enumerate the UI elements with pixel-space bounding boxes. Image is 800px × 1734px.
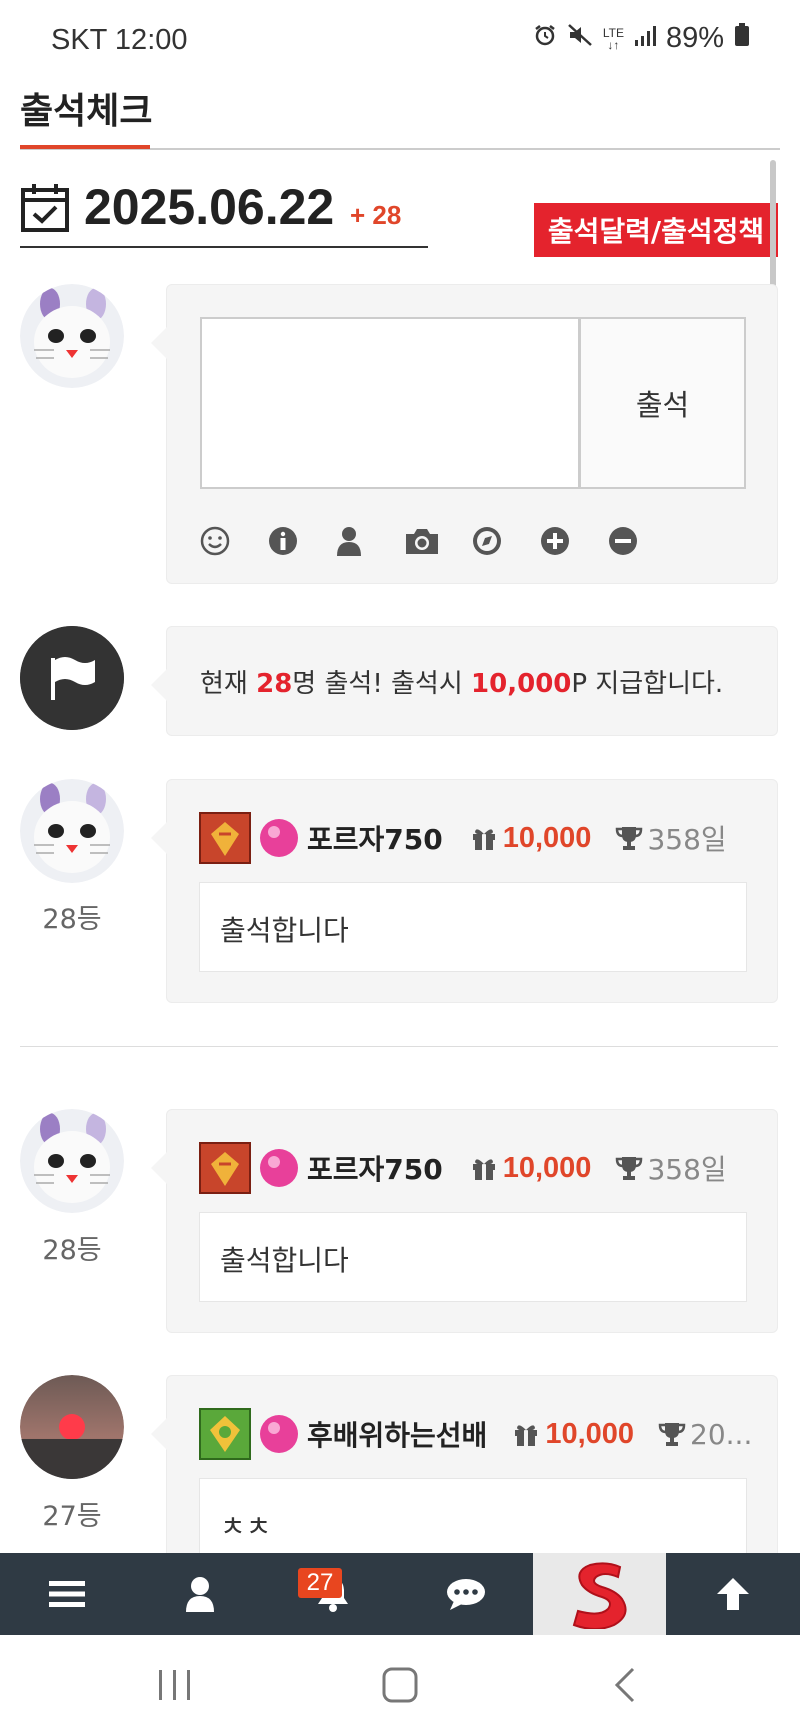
entry-message: ㅊㅊ <box>199 1478 747 1554</box>
points-value: 10,000 <box>502 821 592 854</box>
entry-rank: 28등 <box>42 1235 102 1266</box>
notice-suffix: P 지급합니다. <box>571 669 724 699</box>
battery-icon <box>734 22 750 55</box>
notice-count: 28 <box>256 669 293 699</box>
date-header: 2025.06.22 + 28 <box>20 178 428 248</box>
level-badge-icon <box>199 1142 251 1194</box>
user-icon[interactable] <box>336 521 404 561</box>
home-icon[interactable] <box>340 1635 460 1734</box>
username[interactable]: 포르자750 <box>307 1148 443 1188</box>
entry-header: 포르자750 10,000 358일 <box>199 1142 727 1194</box>
attendance-days: 20... <box>690 1417 753 1451</box>
trophy-icon <box>616 827 643 850</box>
minus-icon[interactable] <box>608 521 676 561</box>
status-icons: LTE ↓↑ 89% <box>533 22 750 55</box>
site-logo[interactable] <box>533 1553 666 1635</box>
username[interactable]: 포르자750 <box>307 818 443 858</box>
user-icon[interactable] <box>133 1553 266 1635</box>
bottom-nav <box>0 1553 800 1635</box>
write-panel: 출석 <box>151 284 778 584</box>
menu-icon[interactable] <box>0 1553 133 1635</box>
entry-panel: 포르자750 10,000 358일 출석합니다 <box>151 779 778 1003</box>
points-value: 10,000 <box>545 1417 635 1450</box>
title-active-underline <box>20 145 150 149</box>
points-value: 10,000 <box>502 1151 592 1184</box>
entry-panel: 후배위하는선배 10,000 20... ㅊㅊ <box>151 1375 778 1554</box>
entry-rank: 28등 <box>42 904 102 935</box>
gem-icon <box>260 819 298 857</box>
level-badge-icon <box>199 1408 251 1460</box>
calendar-check-icon <box>20 182 70 238</box>
section-divider <box>20 1046 778 1047</box>
plus-icon[interactable] <box>540 521 608 561</box>
alarm-icon <box>533 22 557 55</box>
current-date: 2025.06.22 <box>84 179 335 235</box>
carrier-time: SKT 12:00 <box>51 24 188 56</box>
entry-rank: 27등 <box>42 1501 102 1532</box>
recent-apps-icon[interactable] <box>115 1635 235 1734</box>
entry-avatar[interactable] <box>20 779 124 883</box>
notification-badge: 27 <box>298 1568 342 1598</box>
status-bar: SKT 12:00 LTE ↓↑ 89% <box>0 0 800 70</box>
gift-icon <box>472 829 495 850</box>
compass-icon[interactable] <box>472 521 540 561</box>
entry-avatar[interactable] <box>20 1109 124 1213</box>
notice-points: 10,000 <box>471 669 572 699</box>
attendance-days: 358일 <box>647 1153 727 1186</box>
editor-toolbar <box>200 521 676 561</box>
attendance-count: + 28 <box>350 200 402 230</box>
entry-header: 후배위하는선배 10,000 20... <box>199 1408 752 1460</box>
attendance-policy-button[interactable]: 출석달력/출석정책 <box>534 203 778 257</box>
entry-header: 포르자750 10,000 358일 <box>199 812 727 864</box>
notice-avatar <box>20 626 124 730</box>
trophy-icon <box>616 1157 643 1180</box>
entry-message: 출석합니다 <box>199 1212 747 1302</box>
camera-icon[interactable] <box>404 521 472 561</box>
back-icon[interactable] <box>565 1635 685 1734</box>
attendance-days: 358일 <box>647 823 727 856</box>
lte-icon: LTE ↓↑ <box>602 25 624 52</box>
arrow-up-icon[interactable] <box>666 1553 799 1635</box>
network-label: LTE <box>602 25 624 40</box>
notice-panel: 현재 28명 출석! 출석시 10,000P 지급합니다. <box>151 626 778 736</box>
gem-icon <box>260 1415 298 1453</box>
page-title: 출석체크 <box>20 91 153 132</box>
battery-label: 89% <box>665 22 724 54</box>
system-nav-bar <box>0 1635 800 1734</box>
avatar[interactable] <box>20 284 124 388</box>
gift-icon <box>515 1425 538 1446</box>
chat-icon[interactable] <box>399 1553 532 1635</box>
mute-icon <box>567 22 593 55</box>
entry-avatar[interactable] <box>20 1375 124 1479</box>
entry-panel: 포르자750 10,000 358일 출석합니다 <box>151 1109 778 1333</box>
signal-icon <box>634 22 656 55</box>
level-badge-icon <box>199 812 251 864</box>
trophy-icon <box>658 1423 686 1446</box>
entry-message: 출석합니다 <box>199 882 747 972</box>
attendance-submit-button[interactable]: 출석 <box>580 317 746 489</box>
notice-mid: 명 출석! 출석시 <box>292 669 472 699</box>
notice-prefix: 현재 <box>200 669 257 699</box>
username[interactable]: 후배위하는선배 <box>307 1414 487 1454</box>
flag-icon <box>20 626 124 730</box>
gem-icon <box>260 1149 298 1187</box>
gift-icon <box>472 1159 495 1180</box>
info-icon[interactable] <box>268 521 336 561</box>
notice-message: 현재 28명 출석! 출석시 10,000P 지급합니다. <box>200 663 723 700</box>
attendance-message-input[interactable] <box>200 317 580 489</box>
smile-icon[interactable] <box>200 521 268 561</box>
